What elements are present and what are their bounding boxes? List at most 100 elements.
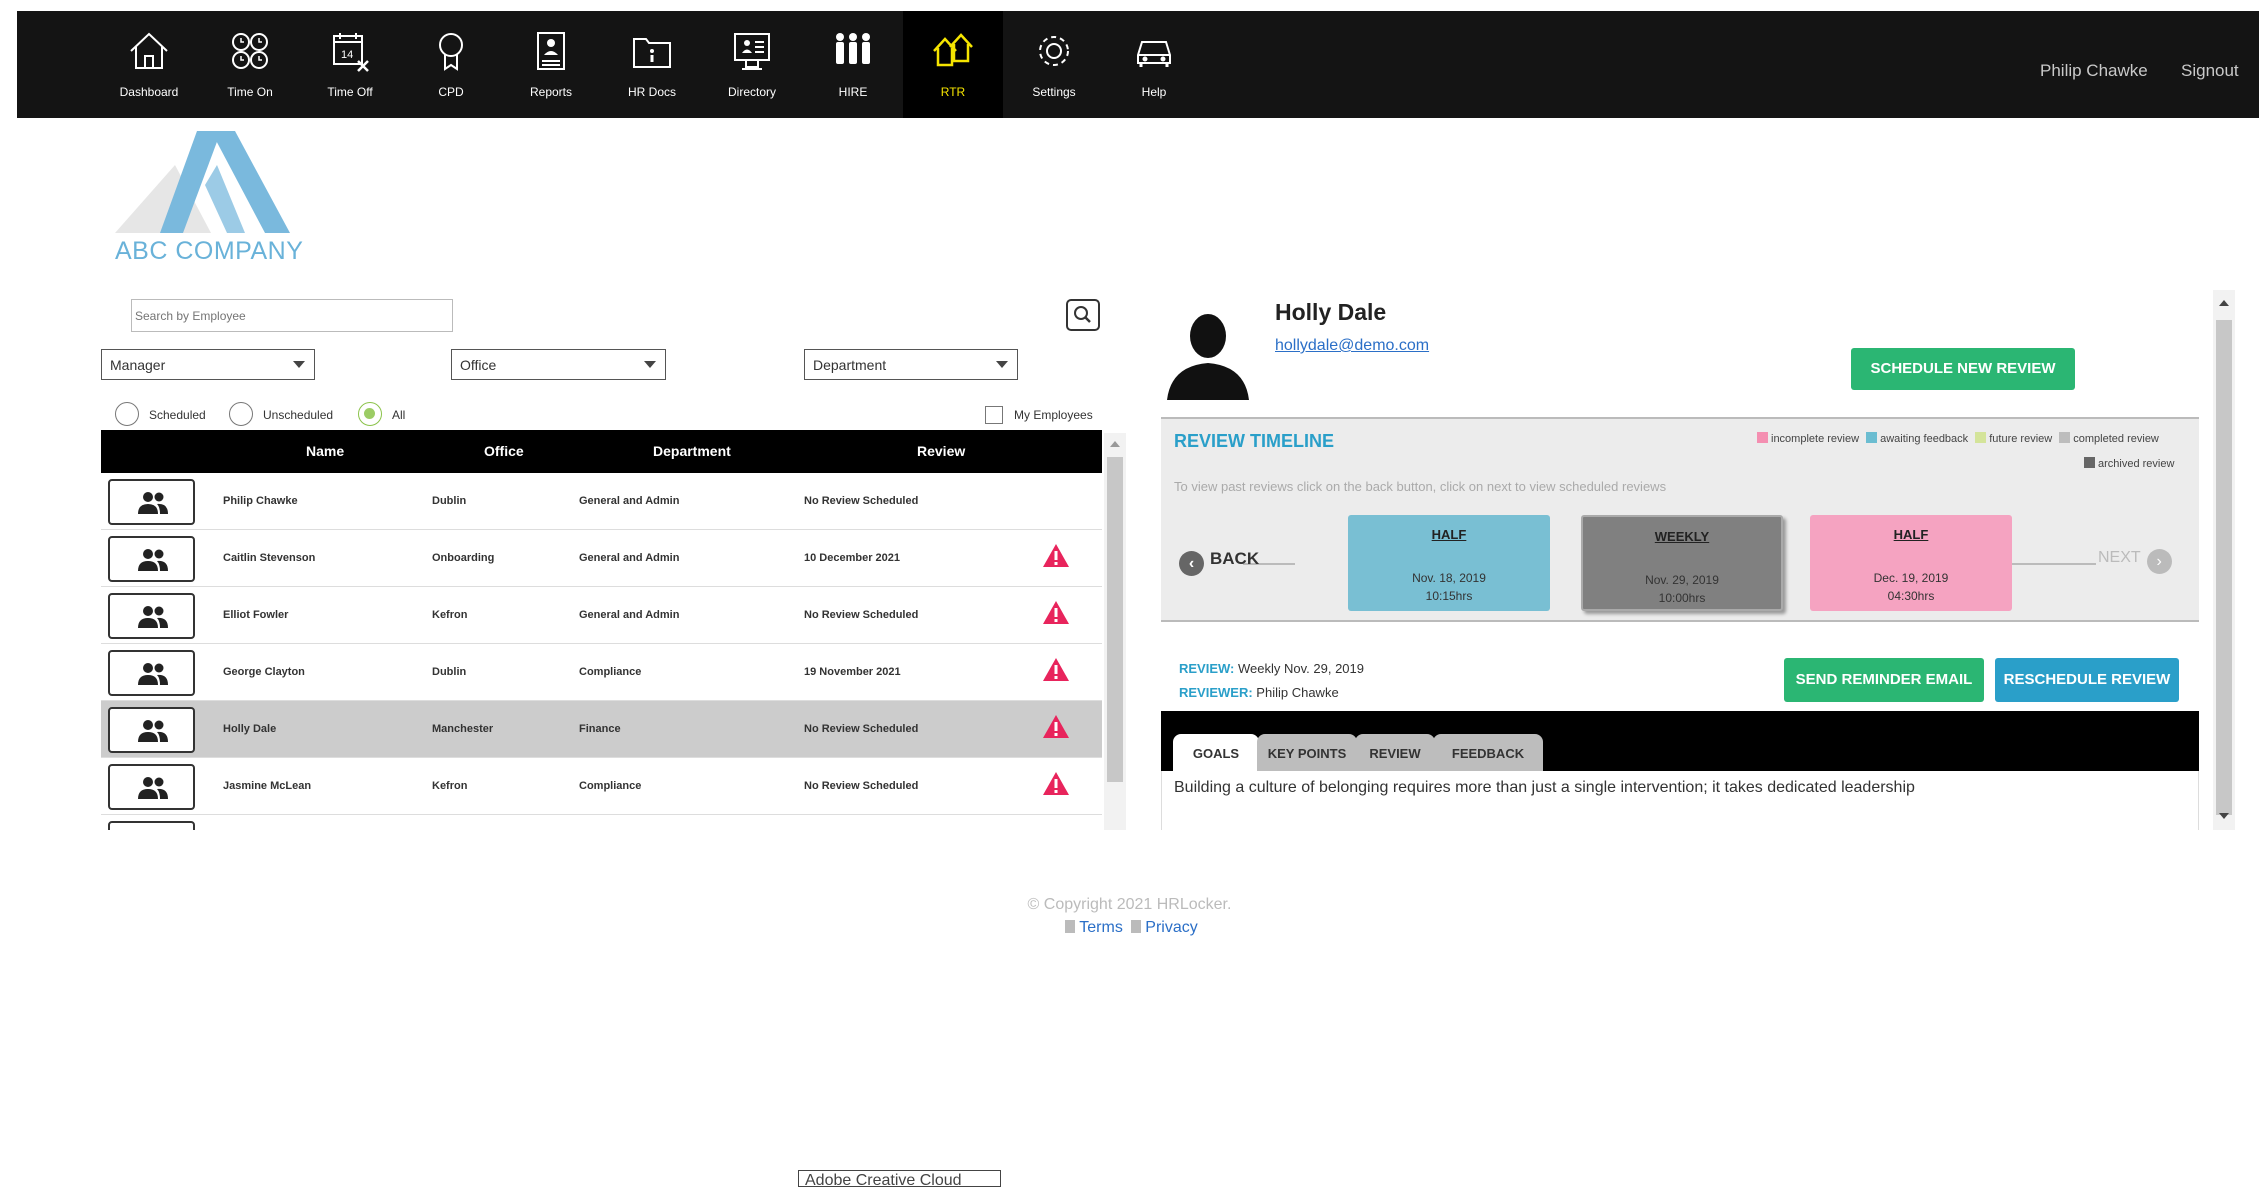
table-row[interactable]: Jasmine McLean Kefron Compliance No Review …: [101, 758, 1102, 815]
employee-avatar-button[interactable]: [108, 707, 195, 753]
timeline-card[interactable]: HALF Dec. 19, 2019 04:30hrs: [1810, 515, 2012, 611]
office-select[interactable]: Office: [451, 349, 666, 380]
nav-hire[interactable]: HIRE: [803, 11, 903, 118]
timeline-card-selected[interactable]: WEEKLY Nov. 29, 2019 10:00hrs: [1581, 515, 1783, 611]
timeline-legend: incomplete review awaiting feedback futu…: [1757, 432, 2159, 445]
employee-avatar-button[interactable]: [108, 764, 195, 810]
review-detail-panel: Holly Dale hollydale@demo.com SCHEDULE N…: [1161, 290, 2241, 830]
cell-department: Finance: [579, 723, 621, 735]
nav-dashboard[interactable]: Dashboard: [99, 11, 199, 118]
current-user-name[interactable]: Philip Chawke: [2040, 61, 2148, 81]
legend-swatch-awaiting: [1866, 432, 1878, 443]
card-type: HALF: [1431, 527, 1467, 542]
employee-avatar-button[interactable]: [108, 593, 195, 639]
cell-office: Kefron: [432, 609, 468, 621]
employee-avatar-button[interactable]: [108, 536, 195, 582]
cell-review: 19 November 2021: [804, 666, 901, 678]
employee-avatar-button[interactable]: [108, 650, 195, 696]
table-scrollbar[interactable]: [1104, 433, 1126, 830]
reschedule-review-button[interactable]: RESCHEDULE REVIEW: [1995, 658, 2179, 702]
scroll-down-icon[interactable]: [2219, 813, 2229, 819]
tab-goals[interactable]: GOALS: [1173, 734, 1259, 771]
cell-name: George Clayton: [223, 666, 305, 678]
radio-all[interactable]: [358, 402, 382, 426]
nav-settings[interactable]: Settings: [1004, 11, 1104, 118]
legend-label-future: future review: [1989, 433, 2053, 445]
panel-scrollbar-thumb[interactable]: [2216, 320, 2232, 815]
review-timeline: REVIEW TIMELINE incomplete review awaiti…: [1161, 417, 2199, 622]
cell-name: Holly Dale: [223, 723, 277, 735]
nav-hr-docs[interactable]: HR Docs: [602, 11, 702, 118]
calendar-icon: 14: [333, 33, 369, 72]
timeline-back-label: BACK: [1210, 549, 1260, 568]
panel-scrollbar[interactable]: [2213, 290, 2235, 830]
cell-department: General and Admin: [579, 552, 680, 564]
directory-icon: [734, 33, 770, 70]
cell-office: Onboarding: [432, 552, 495, 564]
cell-department: General and Admin: [579, 609, 680, 621]
search-button[interactable]: [1066, 299, 1100, 331]
nav-help[interactable]: Help: [1104, 11, 1204, 118]
nav-time-off[interactable]: 14 Time Off: [300, 11, 400, 118]
radio-unscheduled-label: Unscheduled: [263, 408, 334, 422]
tab-key-points[interactable]: KEY POINTS: [1257, 734, 1357, 771]
office-select-value: Office: [460, 357, 497, 373]
table-row[interactable]: Philip Chawke Dublin General and Admin No R…: [101, 473, 1102, 530]
legend-label-incomplete: incomplete review: [1771, 433, 1860, 445]
nav-label-hire: HIRE: [838, 85, 868, 99]
footer-links: Terms Privacy: [0, 919, 2259, 937]
cell-name: Philip Chawke: [223, 495, 298, 507]
manager-select[interactable]: Manager: [101, 349, 315, 380]
nav-label-cpd: CPD: [438, 85, 464, 99]
my-employees-checkbox[interactable]: [985, 406, 1003, 424]
timeline-back-button[interactable]: ‹ BACK: [1179, 549, 1259, 576]
employee-avatar-button[interactable]: [108, 479, 195, 525]
table-row[interactable]: George Clayton Dublin Compliance 19 Novembe…: [101, 644, 1102, 701]
nav-directory[interactable]: Directory: [702, 11, 802, 118]
review-tabs: GOALS KEY POINTS REVIEW FEEDBACK: [1161, 711, 2199, 771]
department-select[interactable]: Department: [804, 349, 1018, 380]
timeline-next-button[interactable]: NEXT ›: [2098, 549, 2172, 574]
time-on-icon: [232, 33, 268, 69]
tab-feedback[interactable]: FEEDBACK: [1433, 734, 1543, 771]
signout-link[interactable]: Signout: [2181, 61, 2239, 81]
nav-time-on[interactable]: Time On: [200, 11, 300, 118]
award-icon: [439, 33, 463, 71]
manager-select-value: Manager: [110, 357, 166, 373]
cell-name: Elliot Fowler: [223, 609, 289, 621]
warning-icon: [1043, 544, 1069, 567]
legend-label-awaiting: awaiting feedback: [1880, 433, 1969, 445]
gear-icon: [1039, 36, 1069, 66]
nav-reports[interactable]: Reports: [501, 11, 601, 118]
nav-rtr[interactable]: RTR: [903, 11, 1003, 118]
table-row[interactable]: Elliot Fowler Kefron General and Admin No R…: [101, 587, 1102, 644]
warning-icon: [1043, 715, 1069, 738]
table-scrollbar-thumb[interactable]: [1107, 457, 1123, 782]
terms-link[interactable]: Terms: [1079, 919, 1123, 936]
employee-avatar-button[interactable]: [108, 821, 195, 830]
timeline-card[interactable]: HALF Nov. 18, 2019 10:15hrs: [1348, 515, 1550, 611]
legend-label-completed: completed review: [2073, 433, 2159, 445]
scroll-up-icon[interactable]: [1110, 441, 1120, 447]
radio-scheduled[interactable]: [115, 402, 139, 426]
people-icon: [138, 720, 168, 742]
timeline-hint: To view past reviews click on the back b…: [1174, 479, 1667, 494]
table-row[interactable]: [101, 815, 1102, 830]
people-icon: [138, 606, 168, 628]
tab-content: Building a culture of belonging requires…: [1161, 771, 2199, 830]
table-row[interactable]: Caitlin Stevenson Onboarding General and A…: [101, 530, 1102, 587]
radio-all-label: All: [392, 408, 406, 422]
schedule-new-review-button[interactable]: SCHEDULE NEW REVIEW: [1851, 348, 2075, 390]
scroll-up-icon[interactable]: [2219, 300, 2229, 306]
radio-unscheduled[interactable]: [229, 402, 253, 426]
reviewer-label: REVIEWER:: [1179, 685, 1253, 700]
employee-email-link[interactable]: hollydale@demo.com: [1275, 337, 1429, 355]
tab-review[interactable]: REVIEW: [1355, 734, 1435, 771]
send-reminder-email-button[interactable]: SEND REMINDER EMAIL: [1784, 658, 1984, 702]
privacy-link[interactable]: Privacy: [1145, 919, 1197, 936]
nav-cpd[interactable]: CPD: [401, 11, 501, 118]
employee-search-input[interactable]: [131, 299, 453, 332]
table-row[interactable]: Holly Dale Manchester Finance No Review Sch…: [101, 701, 1102, 758]
cell-review: No Review Scheduled: [804, 495, 919, 507]
company-name: ABC COMPANY: [115, 237, 304, 265]
